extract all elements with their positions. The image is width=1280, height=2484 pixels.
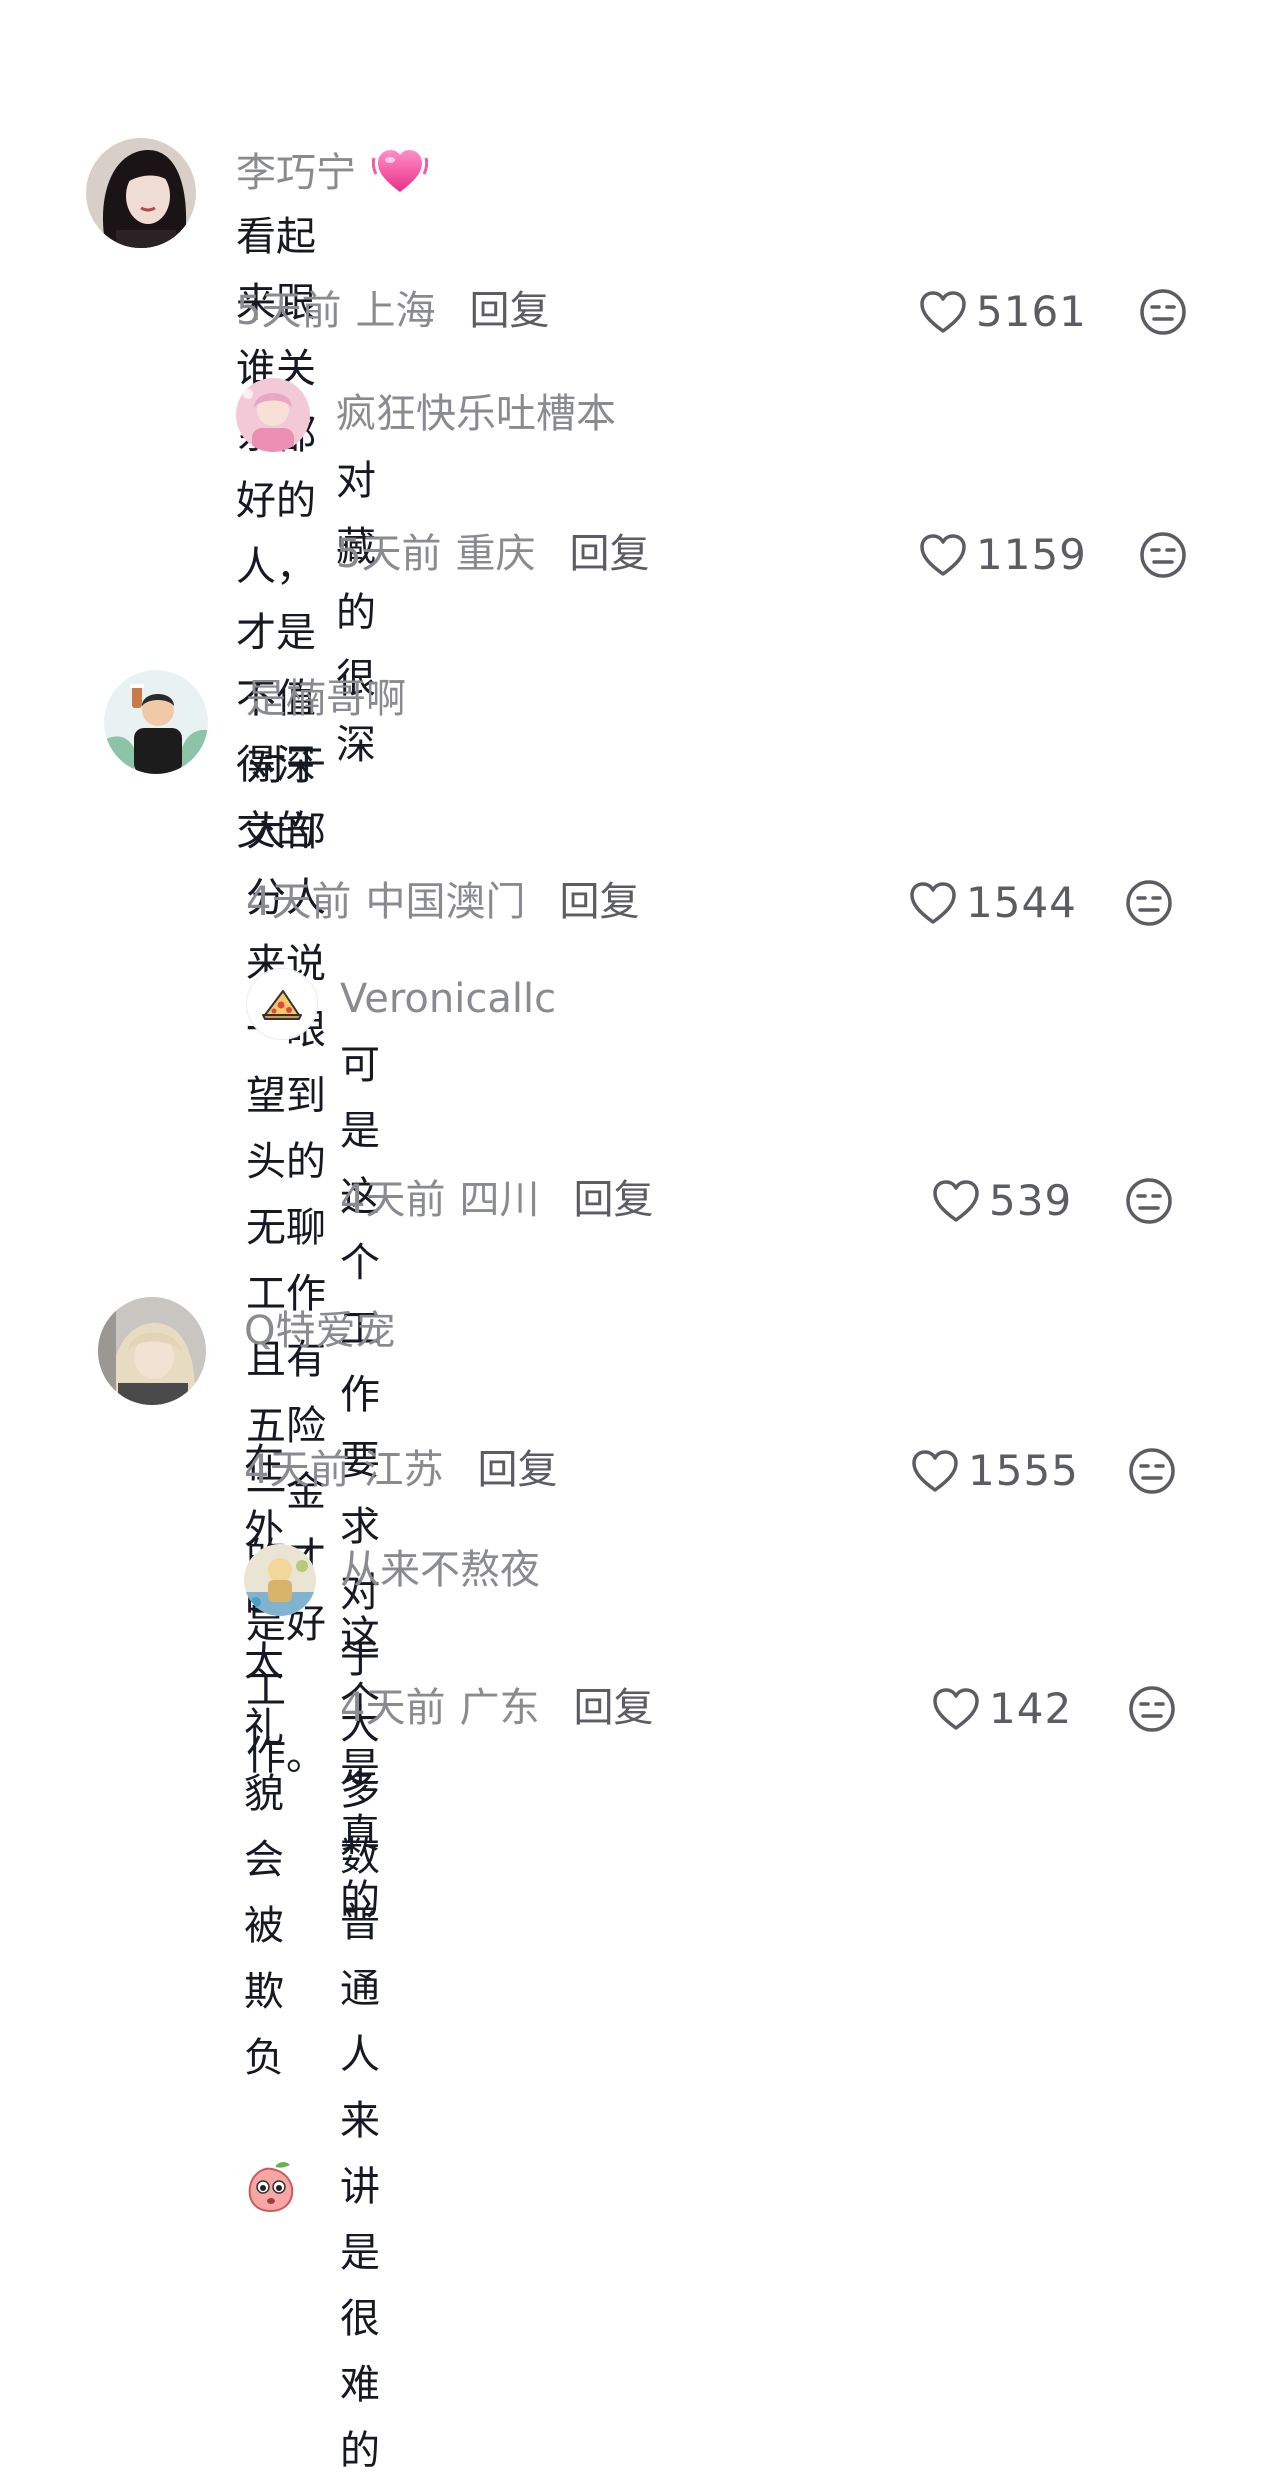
meh-face-icon: [1129, 1686, 1175, 1732]
comment-time: 4天前: [244, 1447, 350, 1493]
username[interactable]: 是楠哥啊: [246, 675, 406, 723]
like-button[interactable]: 539: [931, 1177, 1072, 1225]
reply-button[interactable]: 回复: [573, 1684, 653, 1732]
like-count: 142: [989, 1684, 1073, 1733]
comment-text: 对藏的很深: [336, 458, 376, 768]
avatar-blond-person-icon: [98, 1297, 206, 1405]
meh-face-icon: [1129, 1448, 1175, 1494]
comment-text: 这个是真的: [340, 1613, 380, 1923]
meh-face-icon: [1126, 1178, 1172, 1224]
heart-outline-icon: [933, 1180, 979, 1222]
like-count: 539: [989, 1176, 1073, 1225]
like-button[interactable]: 1544: [908, 879, 1077, 927]
like-count: 1159: [976, 530, 1087, 579]
dislike-button[interactable]: [1139, 288, 1187, 340]
like-button[interactable]: 1159: [918, 531, 1087, 579]
like-button[interactable]: 5161: [918, 288, 1087, 336]
avatar[interactable]: [244, 1544, 316, 1616]
comment-time: 4天前: [340, 1685, 446, 1731]
username[interactable]: Q特爱宠: [244, 1307, 395, 1355]
meh-face-icon: [1126, 880, 1172, 926]
username[interactable]: 从来不熬夜: [340, 1546, 540, 1594]
comment-location: 中国澳门: [365, 879, 526, 925]
avatar-cartoon-man-icon: [104, 670, 208, 774]
heart-outline-icon: [920, 534, 966, 576]
avatar[interactable]: [246, 968, 318, 1040]
comment-location: 四川: [459, 1177, 540, 1223]
reply-button[interactable]: 回复: [569, 530, 649, 578]
heart-outline-icon: [912, 1450, 958, 1492]
comment-time: 4天前: [246, 879, 352, 925]
avatar-pizza-icon: [247, 969, 317, 1039]
comment-location: 上海: [355, 288, 436, 334]
meh-face-icon: [1140, 532, 1186, 578]
username[interactable]: 疯狂快乐吐槽本: [336, 390, 616, 438]
avatar-toy-figure-icon: [244, 1544, 316, 1616]
heart-outline-icon: [910, 882, 956, 924]
dislike-button[interactable]: [1125, 879, 1173, 931]
avatar[interactable]: [104, 670, 208, 774]
pink-heart-icon: [371, 144, 429, 202]
comment-location: 江苏: [363, 1447, 444, 1493]
comment-time: 4天前: [340, 1177, 446, 1223]
reply-button[interactable]: 回复: [559, 878, 639, 926]
reply-button[interactable]: 回复: [477, 1446, 557, 1494]
meh-face-icon: [1140, 289, 1186, 335]
avatar-pink-doll-icon: [236, 378, 310, 452]
like-count: 1544: [966, 878, 1077, 927]
heart-outline-icon: [920, 291, 966, 333]
dislike-button[interactable]: [1139, 531, 1187, 583]
reply-button[interactable]: 回复: [573, 1176, 653, 1224]
reply-button[interactable]: 回复: [469, 287, 549, 335]
like-count: 1555: [968, 1446, 1079, 1495]
avatar[interactable]: [86, 138, 196, 248]
like-button[interactable]: 1555: [910, 1447, 1079, 1495]
dislike-button[interactable]: [1128, 1447, 1176, 1499]
dislike-button[interactable]: [1128, 1685, 1176, 1737]
comment-time: 5天前: [336, 531, 442, 577]
avatar[interactable]: [98, 1297, 206, 1405]
avatar-woman-dark-hair-icon: [86, 138, 196, 248]
comment-time: 5天前: [236, 288, 342, 334]
avatar[interactable]: [236, 378, 310, 452]
comment-location: 重庆: [455, 531, 536, 577]
username[interactable]: Veronicallc: [340, 975, 556, 1023]
username[interactable]: 李巧宁: [236, 149, 356, 197]
heart-outline-icon: [933, 1688, 979, 1730]
dislike-button[interactable]: [1125, 1177, 1173, 1229]
like-button[interactable]: 142: [931, 1685, 1072, 1733]
like-count: 5161: [976, 287, 1087, 336]
comment-text-content: 在外面太礼貌会被欺负: [244, 1441, 284, 2081]
peach-face-emoji-icon: [246, 2091, 296, 2223]
comment-location: 广东: [459, 1685, 540, 1731]
